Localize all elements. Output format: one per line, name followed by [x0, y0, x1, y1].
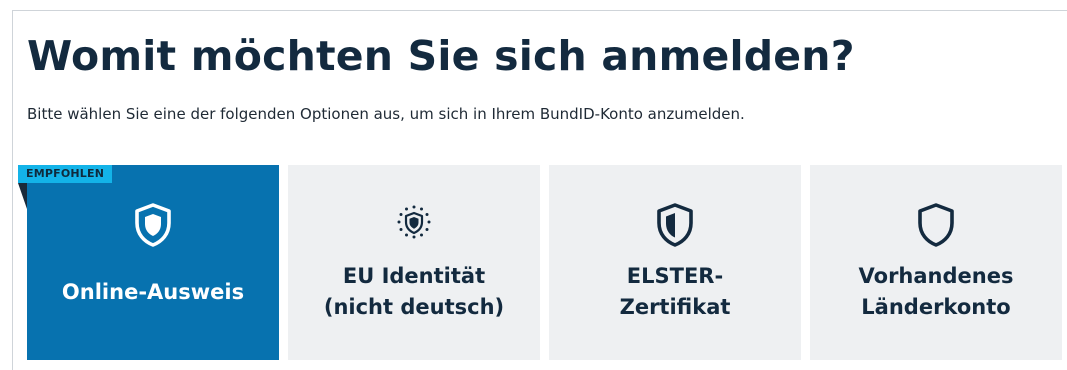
eu-stars-shield-icon [394, 202, 434, 248]
option-laenderkonto[interactable]: Vorhandenes Länderkonto [810, 165, 1062, 360]
page-title: Womit möchten Sie sich anmelden? [27, 32, 855, 80]
shield-icon [133, 202, 173, 248]
option-label: Vorhandenes Länderkonto [810, 261, 1062, 323]
page-subtitle: Bitte wählen Sie eine der folgenden Opti… [27, 105, 745, 123]
option-label-line: Online-Ausweis [61, 280, 245, 304]
option-label-line: (nicht deutsch) [323, 295, 505, 319]
option-eu-identitaet[interactable]: EU Identität (nicht deutsch) [288, 165, 540, 360]
outline-shield-icon [916, 202, 956, 248]
option-label-line: EU Identität [342, 264, 486, 288]
option-label: ELSTER- Zertifikat [549, 261, 801, 323]
option-elster-zertifikat[interactable]: ELSTER- Zertifikat [549, 165, 801, 360]
option-label-line: ELSTER- [626, 264, 724, 288]
option-label-line: Länderkonto [861, 295, 1011, 319]
option-label-line: Zertifikat [619, 295, 731, 319]
option-label: Online-Ausweis [27, 277, 279, 308]
badge-fold [18, 183, 27, 209]
option-label-line: Vorhandenes [858, 264, 1014, 288]
option-online-ausweis[interactable]: EMPFOHLEN Online-Ausweis [18, 165, 279, 360]
option-label: EU Identität (nicht deutsch) [288, 261, 540, 323]
half-filled-shield-icon [655, 202, 695, 248]
recommended-badge: EMPFOHLEN [18, 165, 113, 183]
login-options: EMPFOHLEN Online-Ausweis EU Identität (n… [18, 165, 1062, 360]
